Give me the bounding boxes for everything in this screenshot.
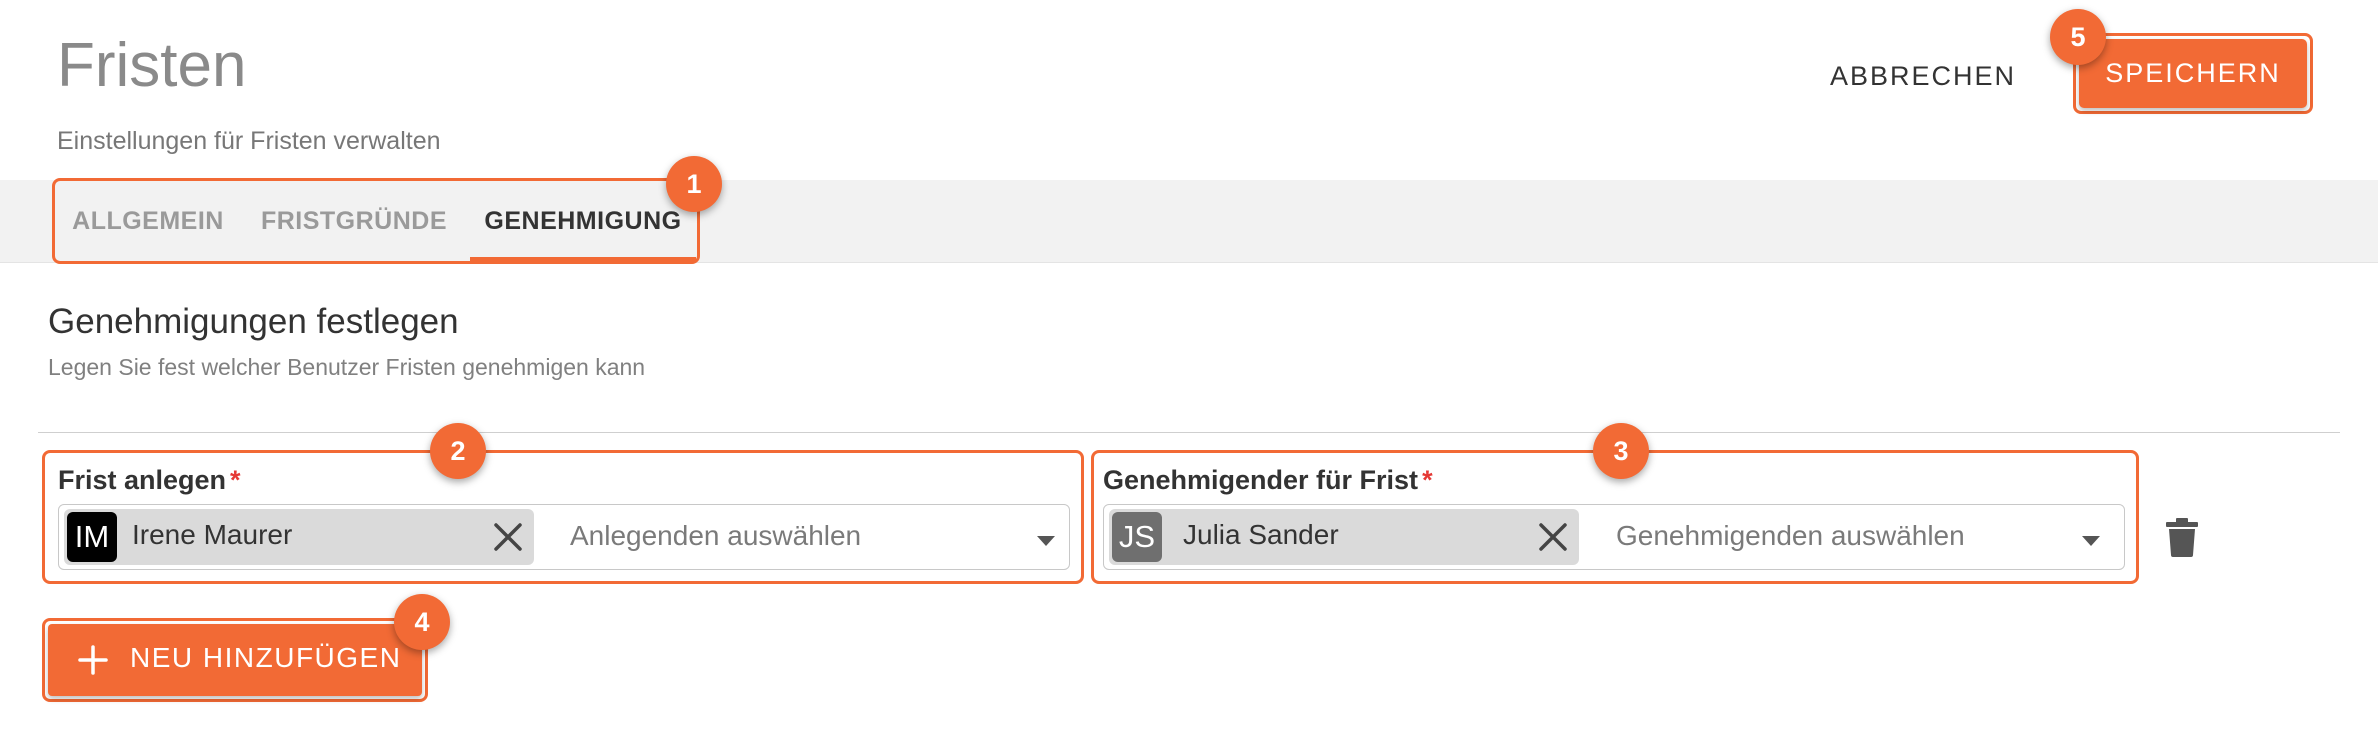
plus-icon [78,645,108,675]
close-icon[interactable] [490,519,526,555]
step-badge-3: 3 [1593,423,1649,479]
step-badge-5: 5 [2050,9,2106,65]
section-divider [38,432,2340,433]
approver-field-label: Genehmigender für Frist * [1103,465,1433,495]
section-subtitle: Legen Sie fest welcher Benutzer Fristen … [48,354,646,380]
close-icon[interactable] [1535,519,1571,555]
page-title: Fristen [57,31,247,100]
required-marker: * [230,465,241,495]
page-subtitle: Einstellungen für Fristen verwalten [57,127,441,155]
caret-down-icon[interactable] [1037,536,1055,546]
step-badge-1: 1 [666,156,722,212]
tabs-highlight [52,178,700,264]
required-marker: * [1422,465,1433,495]
save-button[interactable]: SPEICHERN [2079,39,2307,108]
caret-down-icon[interactable] [2082,536,2100,546]
approver-chip [1109,509,1579,565]
step-badge-2: 2 [430,423,486,479]
approver-placeholder: Genehmigenden auswählen [1616,520,1965,551]
step-badge-4: 4 [394,594,450,650]
section-title: Genehmigungen festlegen [48,302,459,341]
trash-icon[interactable] [2164,517,2200,557]
cancel-button[interactable]: ABBRECHEN [1820,54,2026,98]
avatar: IM [67,512,117,562]
add-new-button-label: NEU HINZUFÜGEN [130,642,402,673]
creator-placeholder: Anlegenden auswählen [570,520,862,551]
creator-field-label: Frist anlegen * [58,465,241,495]
chip-name: Julia Sander [1183,519,1339,550]
chip-name: Irene Maurer [132,519,293,550]
avatar: JS [1112,512,1162,562]
